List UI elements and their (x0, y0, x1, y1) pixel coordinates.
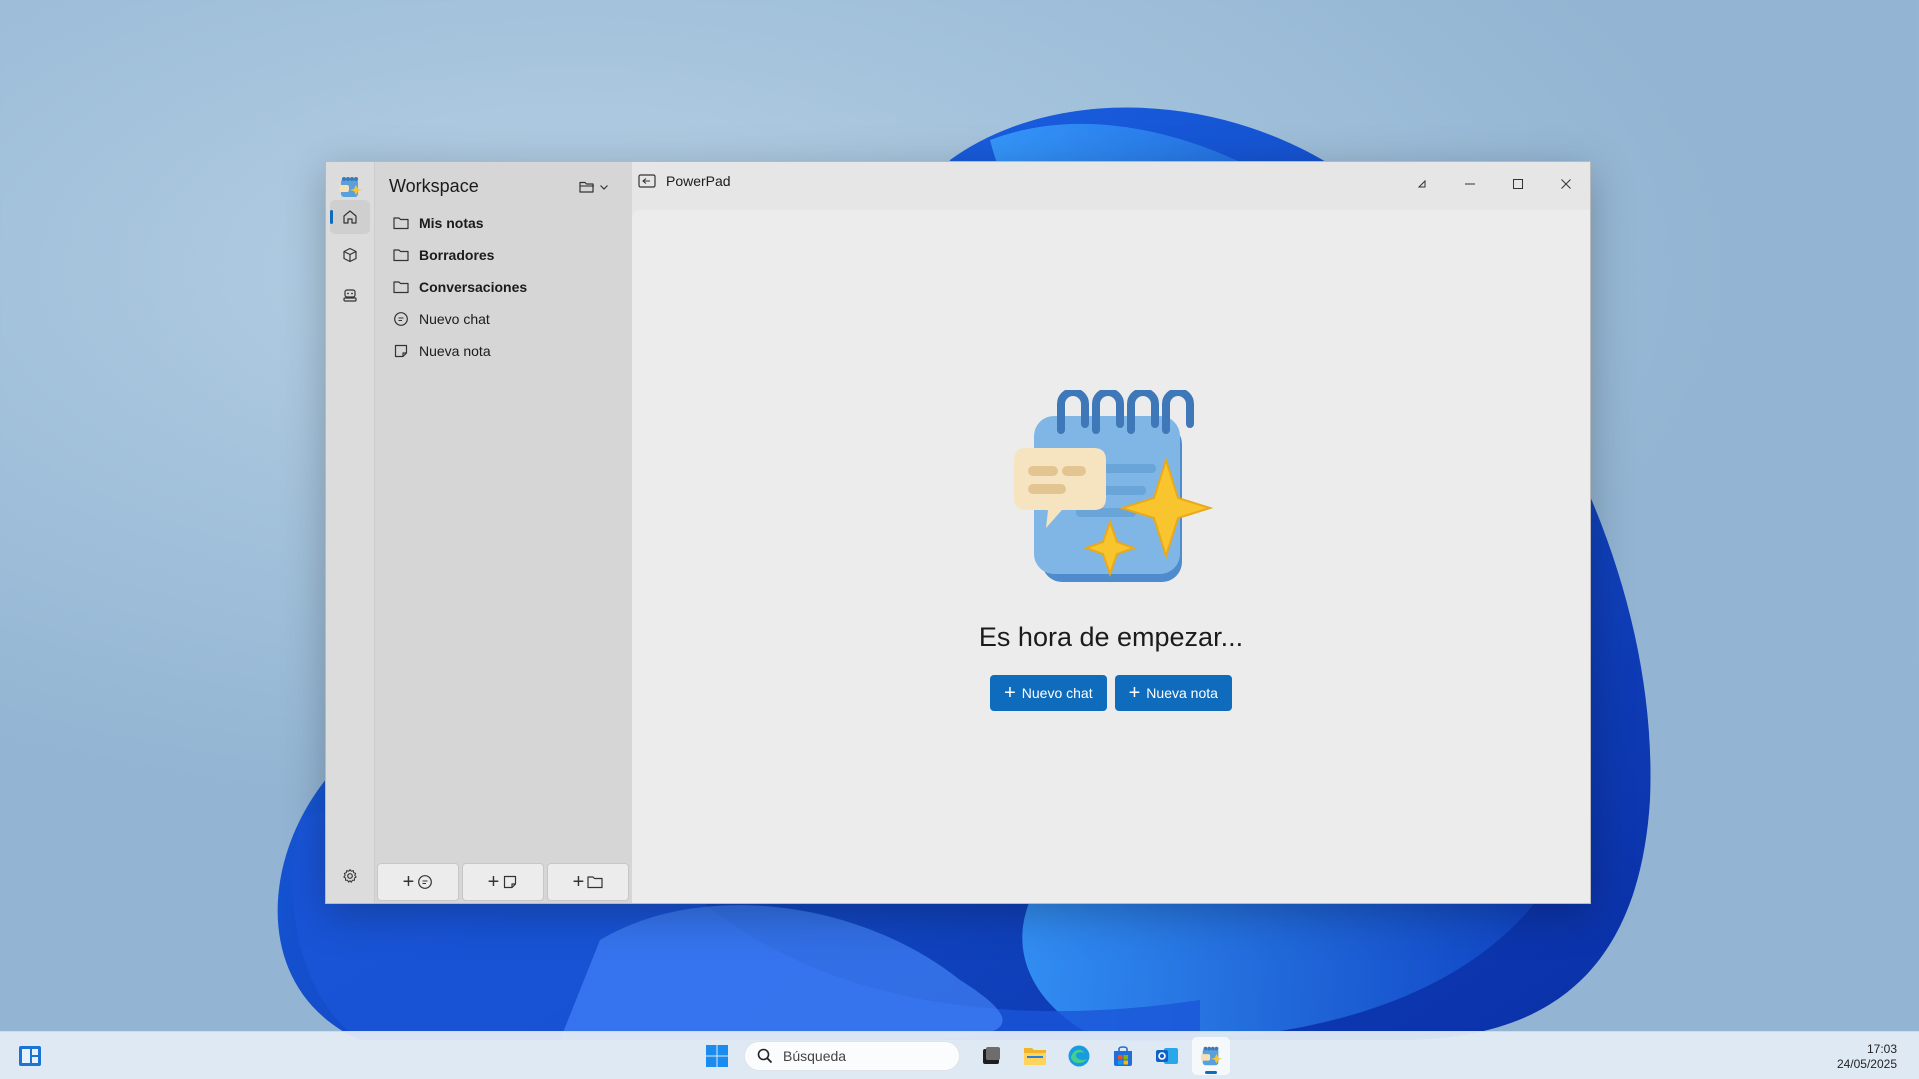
gear-icon (343, 869, 357, 883)
folder-open-icon (579, 181, 594, 193)
title-bar: PowerPad (632, 162, 1590, 210)
plus-label: + (572, 870, 585, 893)
outlook-icon (1156, 1048, 1178, 1064)
file-explorer-button[interactable] (1016, 1037, 1054, 1075)
add-note-button[interactable]: + (462, 863, 544, 901)
workspace-title: Workspace (389, 176, 479, 196)
models-nav-button[interactable] (330, 238, 370, 272)
store-icon (1114, 1046, 1132, 1066)
chat-icon (394, 312, 408, 326)
outlook-button[interactable] (1148, 1037, 1186, 1075)
clock-time: 17:03 (1866, 1042, 1897, 1056)
close-icon (1561, 179, 1571, 189)
add-chat-button[interactable]: + (377, 863, 459, 901)
task-view-button[interactable] (972, 1037, 1010, 1075)
plus-icon: + (1004, 682, 1016, 704)
taskbar: Búsqueda 17:03 24/05/2025 (0, 1031, 1919, 1079)
folder-icon (587, 876, 603, 889)
agents-nav-button[interactable] (330, 278, 370, 312)
settings-button[interactable] (330, 859, 370, 893)
window-controls (1398, 162, 1590, 206)
tab-title: PowerPad (666, 173, 731, 189)
widgets-icon[interactable] (18, 1044, 42, 1068)
chevron-down-icon (600, 185, 608, 190)
empty-state: Es hora de empezar... + Nuevo chat + Nue… (632, 390, 1590, 711)
taskbar-search[interactable]: Búsqueda (744, 1041, 960, 1071)
system-clock[interactable]: 17:03 24/05/2025 (1837, 1042, 1897, 1072)
workspace-sidebar: Workspace Mis notas Borradores Conversac… (375, 162, 632, 903)
new-chat-label: Nuevo chat (1021, 685, 1093, 701)
new-chat-button[interactable]: + Nuevo chat (990, 675, 1107, 711)
note-icon (504, 875, 517, 889)
powerpad-window: Workspace Mis notas Borradores Conversac… (325, 161, 1591, 904)
edge-button[interactable] (1060, 1037, 1098, 1075)
tree-item-label: Conversaciones (419, 279, 528, 295)
minimize-icon (1465, 183, 1475, 185)
home-nav-button[interactable] (330, 200, 370, 234)
main-content: Es hora de empezar... + Nuevo chat + Nue… (632, 210, 1590, 903)
new-note-label: Nueva nota (1146, 685, 1218, 701)
empty-state-actions: + Nuevo chat + Nueva nota (632, 675, 1590, 711)
maximize-icon (1513, 179, 1523, 189)
edge-icon (1068, 1045, 1090, 1067)
plus-label: + (487, 870, 500, 893)
tree-item-label: Nuevo chat (419, 311, 490, 327)
app-logo-icon (1200, 1046, 1223, 1066)
sidebar-bottom-actions: + + + (377, 863, 629, 901)
search-placeholder: Búsqueda (783, 1048, 847, 1064)
notebook-sparkle-illustration (1014, 390, 1214, 582)
windows-logo-icon (706, 1045, 728, 1067)
workspace-folder-picker[interactable] (579, 176, 619, 198)
app-logo-icon (339, 177, 362, 197)
tree-item-label: Nueva nota (419, 343, 491, 359)
tree-item-conversaciones[interactable]: Conversaciones (383, 271, 623, 303)
taskbar-apps: Búsqueda (698, 1037, 1230, 1075)
cube-icon (343, 247, 357, 263)
empty-state-heading: Es hora de empezar... (978, 622, 1244, 652)
chat-icon (418, 875, 433, 889)
file-explorer-icon (1024, 1048, 1046, 1065)
task-view-icon (983, 1047, 1000, 1064)
tree-item-borradores[interactable]: Borradores (383, 239, 623, 271)
plus-label: + (402, 870, 415, 893)
clock-date: 24/05/2025 (1836, 1057, 1897, 1071)
tree-item-mis-notas[interactable]: Mis notas (383, 207, 623, 239)
minimize-button[interactable] (1446, 162, 1494, 206)
close-button[interactable] (1542, 162, 1590, 206)
new-note-button[interactable]: + Nueva nota (1114, 675, 1232, 711)
tree-item-label: Mis notas (419, 215, 484, 231)
store-button[interactable] (1104, 1037, 1142, 1075)
bot-icon (343, 289, 357, 302)
tree-item-nueva-nota[interactable]: Nueva nota (383, 335, 623, 367)
tab-powerpad[interactable]: PowerPad (638, 173, 731, 189)
workspace-tree: Mis notas Borradores Conversaciones Nuev… (383, 207, 623, 367)
resize-corner-icon (1417, 179, 1426, 188)
maximize-button[interactable] (1494, 162, 1542, 206)
folder-icon (393, 217, 409, 230)
folder-icon (393, 281, 409, 294)
home-icon (343, 210, 357, 224)
sidebar-toggle-icon[interactable] (638, 174, 656, 188)
note-icon (394, 344, 408, 358)
tree-item-nuevo-chat[interactable]: Nuevo chat (383, 303, 623, 335)
start-button[interactable] (698, 1037, 736, 1075)
add-folder-button[interactable]: + (547, 863, 629, 901)
search-icon (757, 1048, 773, 1064)
powerpad-taskbar-button[interactable] (1192, 1037, 1230, 1075)
tree-item-label: Borradores (419, 247, 495, 263)
folder-icon (393, 249, 409, 262)
plus-icon: + (1128, 682, 1141, 704)
nav-rail (326, 162, 375, 903)
compact-overlay-button[interactable] (1398, 162, 1446, 206)
